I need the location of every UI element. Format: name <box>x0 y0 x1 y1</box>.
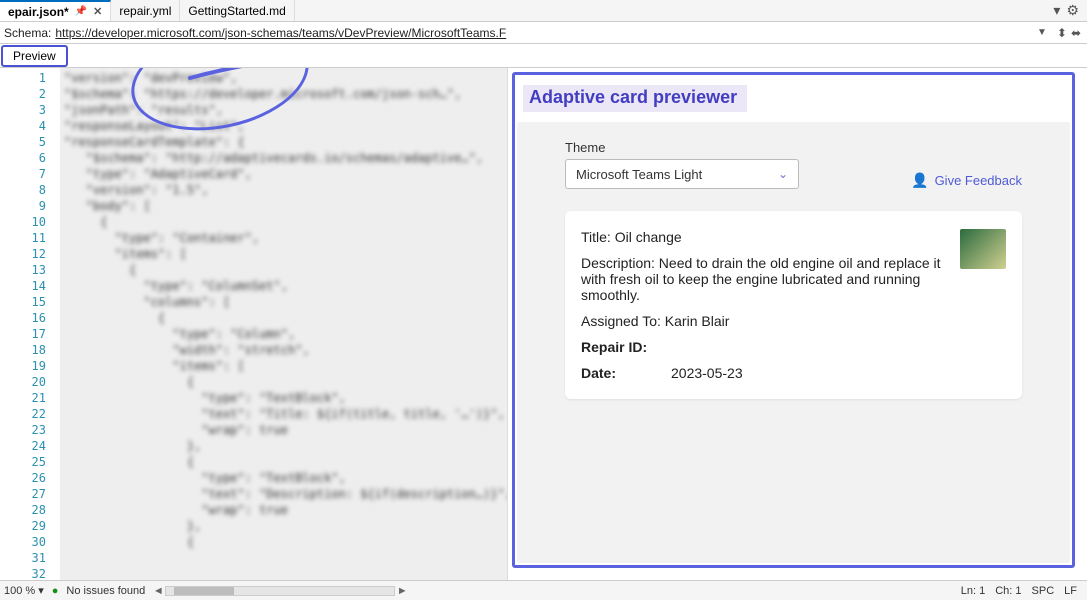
line-number: 17 <box>32 326 46 342</box>
preview-button[interactable]: Preview <box>1 45 68 67</box>
preview-pane: Adaptive card previewer Theme Microsoft … <box>508 68 1087 580</box>
card-image <box>960 229 1006 269</box>
close-icon[interactable]: ✕ <box>93 5 102 18</box>
line-number: 30 <box>32 534 46 550</box>
line-number: 22 <box>32 406 46 422</box>
split-horizontal-icon[interactable]: ⬍ <box>1057 26 1067 40</box>
adaptive-card: Title: Oil change Description: Need to d… <box>565 211 1022 399</box>
card-assigned-to: Assigned To: Karin Blair <box>581 313 948 329</box>
line-number: 18 <box>32 342 46 358</box>
line-number: 15 <box>32 294 46 310</box>
chevron-down-icon[interactable]: ▼ <box>1033 27 1051 38</box>
line-number: 32 <box>32 566 46 580</box>
caret-char[interactable]: Ch: 1 <box>995 585 1021 597</box>
line-number: 24 <box>32 438 46 454</box>
line-number: 12 <box>32 246 46 262</box>
window-dropdown-icon[interactable]: ▾ <box>1053 2 1060 19</box>
line-number: 29 <box>32 518 46 534</box>
chevron-down-icon: ▾ <box>38 584 44 597</box>
line-number: 14 <box>32 278 46 294</box>
line-number: 27 <box>32 486 46 502</box>
code-content: "version": "devPreview", "$schema": "htt… <box>60 68 507 568</box>
code-area[interactable]: "version": "devPreview", "$schema": "htt… <box>60 68 507 580</box>
line-number: 5 <box>39 134 46 150</box>
tab-epair-json[interactable]: epair.json* 📌 ✕ <box>0 0 111 21</box>
fact-value: 2023-05-23 <box>671 365 743 381</box>
line-number: 19 <box>32 358 46 374</box>
theme-value: Microsoft Teams Light <box>576 167 702 182</box>
line-number: 11 <box>32 230 46 246</box>
line-number: 16 <box>32 310 46 326</box>
fact-label: Date: <box>581 365 653 381</box>
horizontal-scrollbar[interactable]: ◄ ► <box>145 585 960 597</box>
fact-label: Repair ID: <box>581 339 653 355</box>
line-number: 21 <box>32 390 46 406</box>
fact-date: Date: 2023-05-23 <box>581 365 1006 381</box>
schema-label: Schema: <box>0 26 55 40</box>
line-number: 13 <box>32 262 46 278</box>
feedback-icon: 👤 <box>911 172 928 189</box>
give-feedback-link[interactable]: 👤 Give Feedback <box>911 172 1022 189</box>
caret-line[interactable]: Ln: 1 <box>961 585 985 597</box>
card-title: Title: Oil change <box>581 229 948 245</box>
line-number: 28 <box>32 502 46 518</box>
line-ending[interactable]: LF <box>1064 585 1077 597</box>
card-description: Description: Need to drain the old engin… <box>581 255 948 303</box>
schema-bar: Schema: https://developer.microsoft.com/… <box>0 22 1087 44</box>
line-number: 1 <box>39 70 46 86</box>
line-number: 26 <box>32 470 46 486</box>
line-number: 8 <box>39 182 46 198</box>
line-number: 3 <box>39 102 46 118</box>
line-number: 10 <box>32 214 46 230</box>
line-number-gutter: 1234567891011121314151617181920212223242… <box>0 68 60 580</box>
fact-repair-id: Repair ID: <box>581 339 1006 355</box>
status-ok-icon: ● <box>52 585 59 597</box>
tab-label: repair.yml <box>119 4 171 18</box>
line-number: 23 <box>32 422 46 438</box>
scroll-right-icon[interactable]: ► <box>395 585 409 597</box>
scroll-left-icon[interactable]: ◄ <box>151 585 165 597</box>
schema-url[interactable]: https://developer.microsoft.com/json-sch… <box>55 26 1033 40</box>
theme-select[interactable]: Microsoft Teams Light ⌄ <box>565 159 799 189</box>
line-number: 31 <box>32 550 46 566</box>
line-number: 7 <box>39 166 46 182</box>
split-vertical-icon[interactable]: ⬌ <box>1071 26 1081 40</box>
line-number: 4 <box>39 118 46 134</box>
tab-repair-yml[interactable]: repair.yml <box>111 0 180 21</box>
issues-status[interactable]: No issues found <box>66 585 145 597</box>
theme-label: Theme <box>565 140 799 155</box>
line-number: 2 <box>39 86 46 102</box>
editor-toolbar: Preview <box>0 44 1087 68</box>
tab-label: GettingStarted.md <box>188 4 285 18</box>
line-number: 9 <box>39 198 46 214</box>
line-number: 6 <box>39 150 46 166</box>
gear-icon[interactable]: ⚙ <box>1066 2 1079 19</box>
document-tab-bar: epair.json* 📌 ✕ repair.yml GettingStarte… <box>0 0 1087 22</box>
indent-mode[interactable]: SPC <box>1032 585 1055 597</box>
tab-label: epair.json* <box>8 5 69 19</box>
chevron-down-icon: ⌄ <box>778 167 788 181</box>
preview-title: Adaptive card previewer <box>523 85 747 112</box>
pin-icon[interactable]: 📌 <box>75 6 87 17</box>
status-bar: 100 % ▾ ● No issues found ◄ ► Ln: 1 Ch: … <box>0 580 1087 600</box>
line-number: 25 <box>32 454 46 470</box>
line-number: 20 <box>32 374 46 390</box>
main-split: 1234567891011121314151617181920212223242… <box>0 68 1087 580</box>
preview-body: Theme Microsoft Teams Light ⌄ 👤 Give Fee… <box>517 122 1070 563</box>
zoom-level[interactable]: 100 % ▾ <box>4 584 44 597</box>
adaptive-card-previewer: Adaptive card previewer Theme Microsoft … <box>512 72 1075 568</box>
tab-getting-started[interactable]: GettingStarted.md <box>180 0 294 21</box>
code-editor-pane: 1234567891011121314151617181920212223242… <box>0 68 508 580</box>
feedback-label: Give Feedback <box>935 173 1022 188</box>
